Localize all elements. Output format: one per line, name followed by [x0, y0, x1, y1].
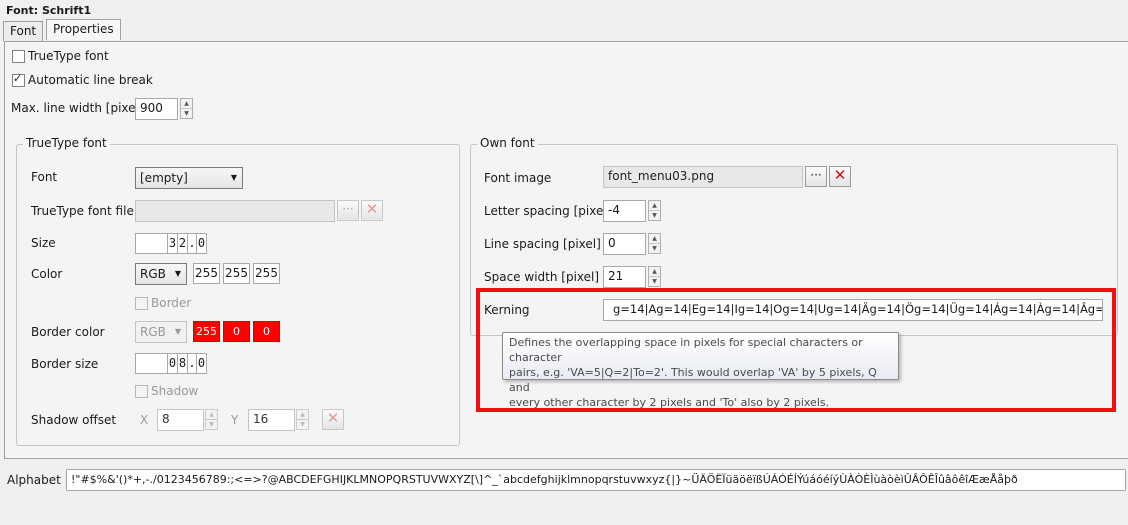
chevron-up-icon[interactable]: ▲ [649, 267, 660, 277]
tab-font[interactable]: Font [3, 21, 44, 41]
line-spacing-input[interactable]: 0 [603, 233, 646, 255]
shadow-y-stepper[interactable]: ▲ ▼ [296, 409, 309, 430]
chevron-up-icon[interactable]: ▲ [206, 410, 217, 420]
font-image-input[interactable]: font_menu03.png [603, 166, 803, 188]
border-color-label: Border color [31, 325, 105, 339]
shadow-y-input[interactable]: 16 [248, 409, 295, 431]
border-checkbox[interactable] [135, 297, 148, 310]
max-line-width-input[interactable]: 900 [135, 98, 178, 120]
border-color-b-input[interactable]: 0 [253, 321, 280, 342]
browse-file-button[interactable]: ··· [337, 200, 359, 221]
color-g-input[interactable]: 255 [223, 263, 250, 284]
color-label: Color [31, 267, 63, 281]
shadow-checkbox[interactable] [135, 385, 148, 398]
chevron-up-icon[interactable]: ▲ [649, 201, 660, 211]
close-icon: ✕ [833, 166, 847, 184]
border-size-input[interactable]: 0 8 . 0 [135, 353, 207, 374]
font-label: Font [31, 170, 58, 184]
chevron-down-icon: ▼ [174, 327, 181, 336]
truetype-file-label: TrueType font file [31, 204, 134, 218]
tab-properties[interactable]: Properties [46, 19, 121, 40]
color-mode-select[interactable]: RGB ▼ [135, 263, 187, 285]
line-spacing-stepper[interactable]: ▲ ▼ [648, 233, 661, 254]
chevron-up-icon[interactable]: ▲ [181, 99, 192, 109]
ellipsis-icon: ··· [810, 168, 822, 182]
border-color-g-input[interactable]: 0 [223, 321, 250, 342]
alphabet-input[interactable]: !"#$%&'()*+,-./0123456789:;<=>?@ABCDEFGH… [66, 469, 1126, 491]
browse-font-image-button[interactable]: ··· [805, 166, 827, 187]
size-input[interactable]: 3 2 . 0 [135, 233, 207, 254]
chevron-down-icon[interactable]: ▼ [297, 420, 308, 429]
shadow-x-input[interactable]: 8 [157, 409, 204, 431]
auto-line-break-checkbox[interactable] [12, 72, 25, 87]
color-mode-value: RGB [140, 267, 166, 281]
close-icon: ✕ [365, 200, 379, 218]
clear-font-image-button[interactable]: ✕ [829, 166, 851, 187]
close-icon: ✕ [326, 409, 340, 427]
chevron-down-icon[interactable]: ▼ [206, 420, 217, 429]
shadow-offset-label: Shadow offset [31, 413, 117, 427]
space-width-label: Space width [pixel] [484, 270, 600, 284]
chevron-down-icon[interactable]: ▼ [649, 244, 660, 253]
window-title: Font: Schrift1 [6, 4, 92, 17]
chevron-up-icon[interactable]: ▲ [649, 234, 660, 244]
clear-file-button[interactable]: ✕ [361, 200, 383, 221]
font-select-value: [empty] [140, 171, 188, 185]
chevron-down-icon[interactable]: ▼ [649, 277, 660, 286]
alphabet-label: Alphabet [7, 473, 61, 487]
chevron-down-icon[interactable]: ▼ [649, 211, 660, 220]
letter-spacing-label: Letter spacing [pixel] [484, 204, 612, 218]
font-select[interactable]: [empty] ▼ [135, 167, 243, 189]
clear-shadow-button[interactable]: ✕ [322, 409, 344, 430]
shadow-x-label: X [140, 413, 149, 427]
truetype-font-checkbox-label: TrueType font [28, 49, 109, 63]
color-b-input[interactable]: 255 [253, 263, 280, 284]
size-label: Size [31, 236, 56, 250]
letter-spacing-stepper[interactable]: ▲ ▼ [648, 200, 661, 221]
border-color-mode-select[interactable]: RGB ▼ [135, 321, 187, 343]
chevron-down-icon[interactable]: ▼ [181, 109, 192, 118]
truetype-file-input[interactable] [135, 200, 335, 222]
space-width-input[interactable]: 21 [603, 266, 646, 288]
truetype-font-group [16, 144, 460, 446]
auto-line-break-label: Automatic line break [28, 73, 153, 87]
own-font-group-title: Own font [477, 136, 538, 150]
border-size-digit[interactable]: 0 [196, 353, 207, 374]
border-checkbox-label: Border [151, 296, 192, 310]
size-digit[interactable]: 0 [196, 233, 207, 254]
shadow-y-label: Y [231, 413, 239, 427]
space-width-stepper[interactable]: ▲ ▼ [648, 266, 661, 287]
max-line-width-label: Max. line width [pixel] [11, 101, 144, 115]
line-spacing-label: Line spacing [pixel] [484, 237, 601, 251]
chevron-down-icon: ▼ [230, 173, 237, 182]
letter-spacing-input[interactable]: -4 [603, 200, 646, 222]
color-r-input[interactable]: 255 [193, 263, 220, 284]
font-image-label: Font image [484, 171, 552, 185]
max-line-width-stepper[interactable]: ▲ ▼ [180, 98, 193, 119]
truetype-font-checkbox[interactable] [12, 50, 25, 63]
border-color-r-input[interactable]: 255 [193, 321, 220, 342]
border-color-mode-value: RGB [140, 325, 166, 339]
border-size-label: Border size [31, 357, 99, 371]
truetype-group-title: TrueType font [23, 136, 110, 150]
shadow-x-stepper[interactable]: ▲ ▼ [205, 409, 218, 430]
size-digit[interactable] [135, 233, 168, 254]
shadow-checkbox-label: Shadow [151, 384, 199, 398]
chevron-up-icon[interactable]: ▲ [297, 410, 308, 420]
chevron-down-icon: ▼ [174, 269, 181, 278]
highlight-box [476, 288, 1116, 412]
border-size-digit[interactable] [135, 353, 168, 374]
ellipsis-icon: ··· [342, 202, 354, 216]
